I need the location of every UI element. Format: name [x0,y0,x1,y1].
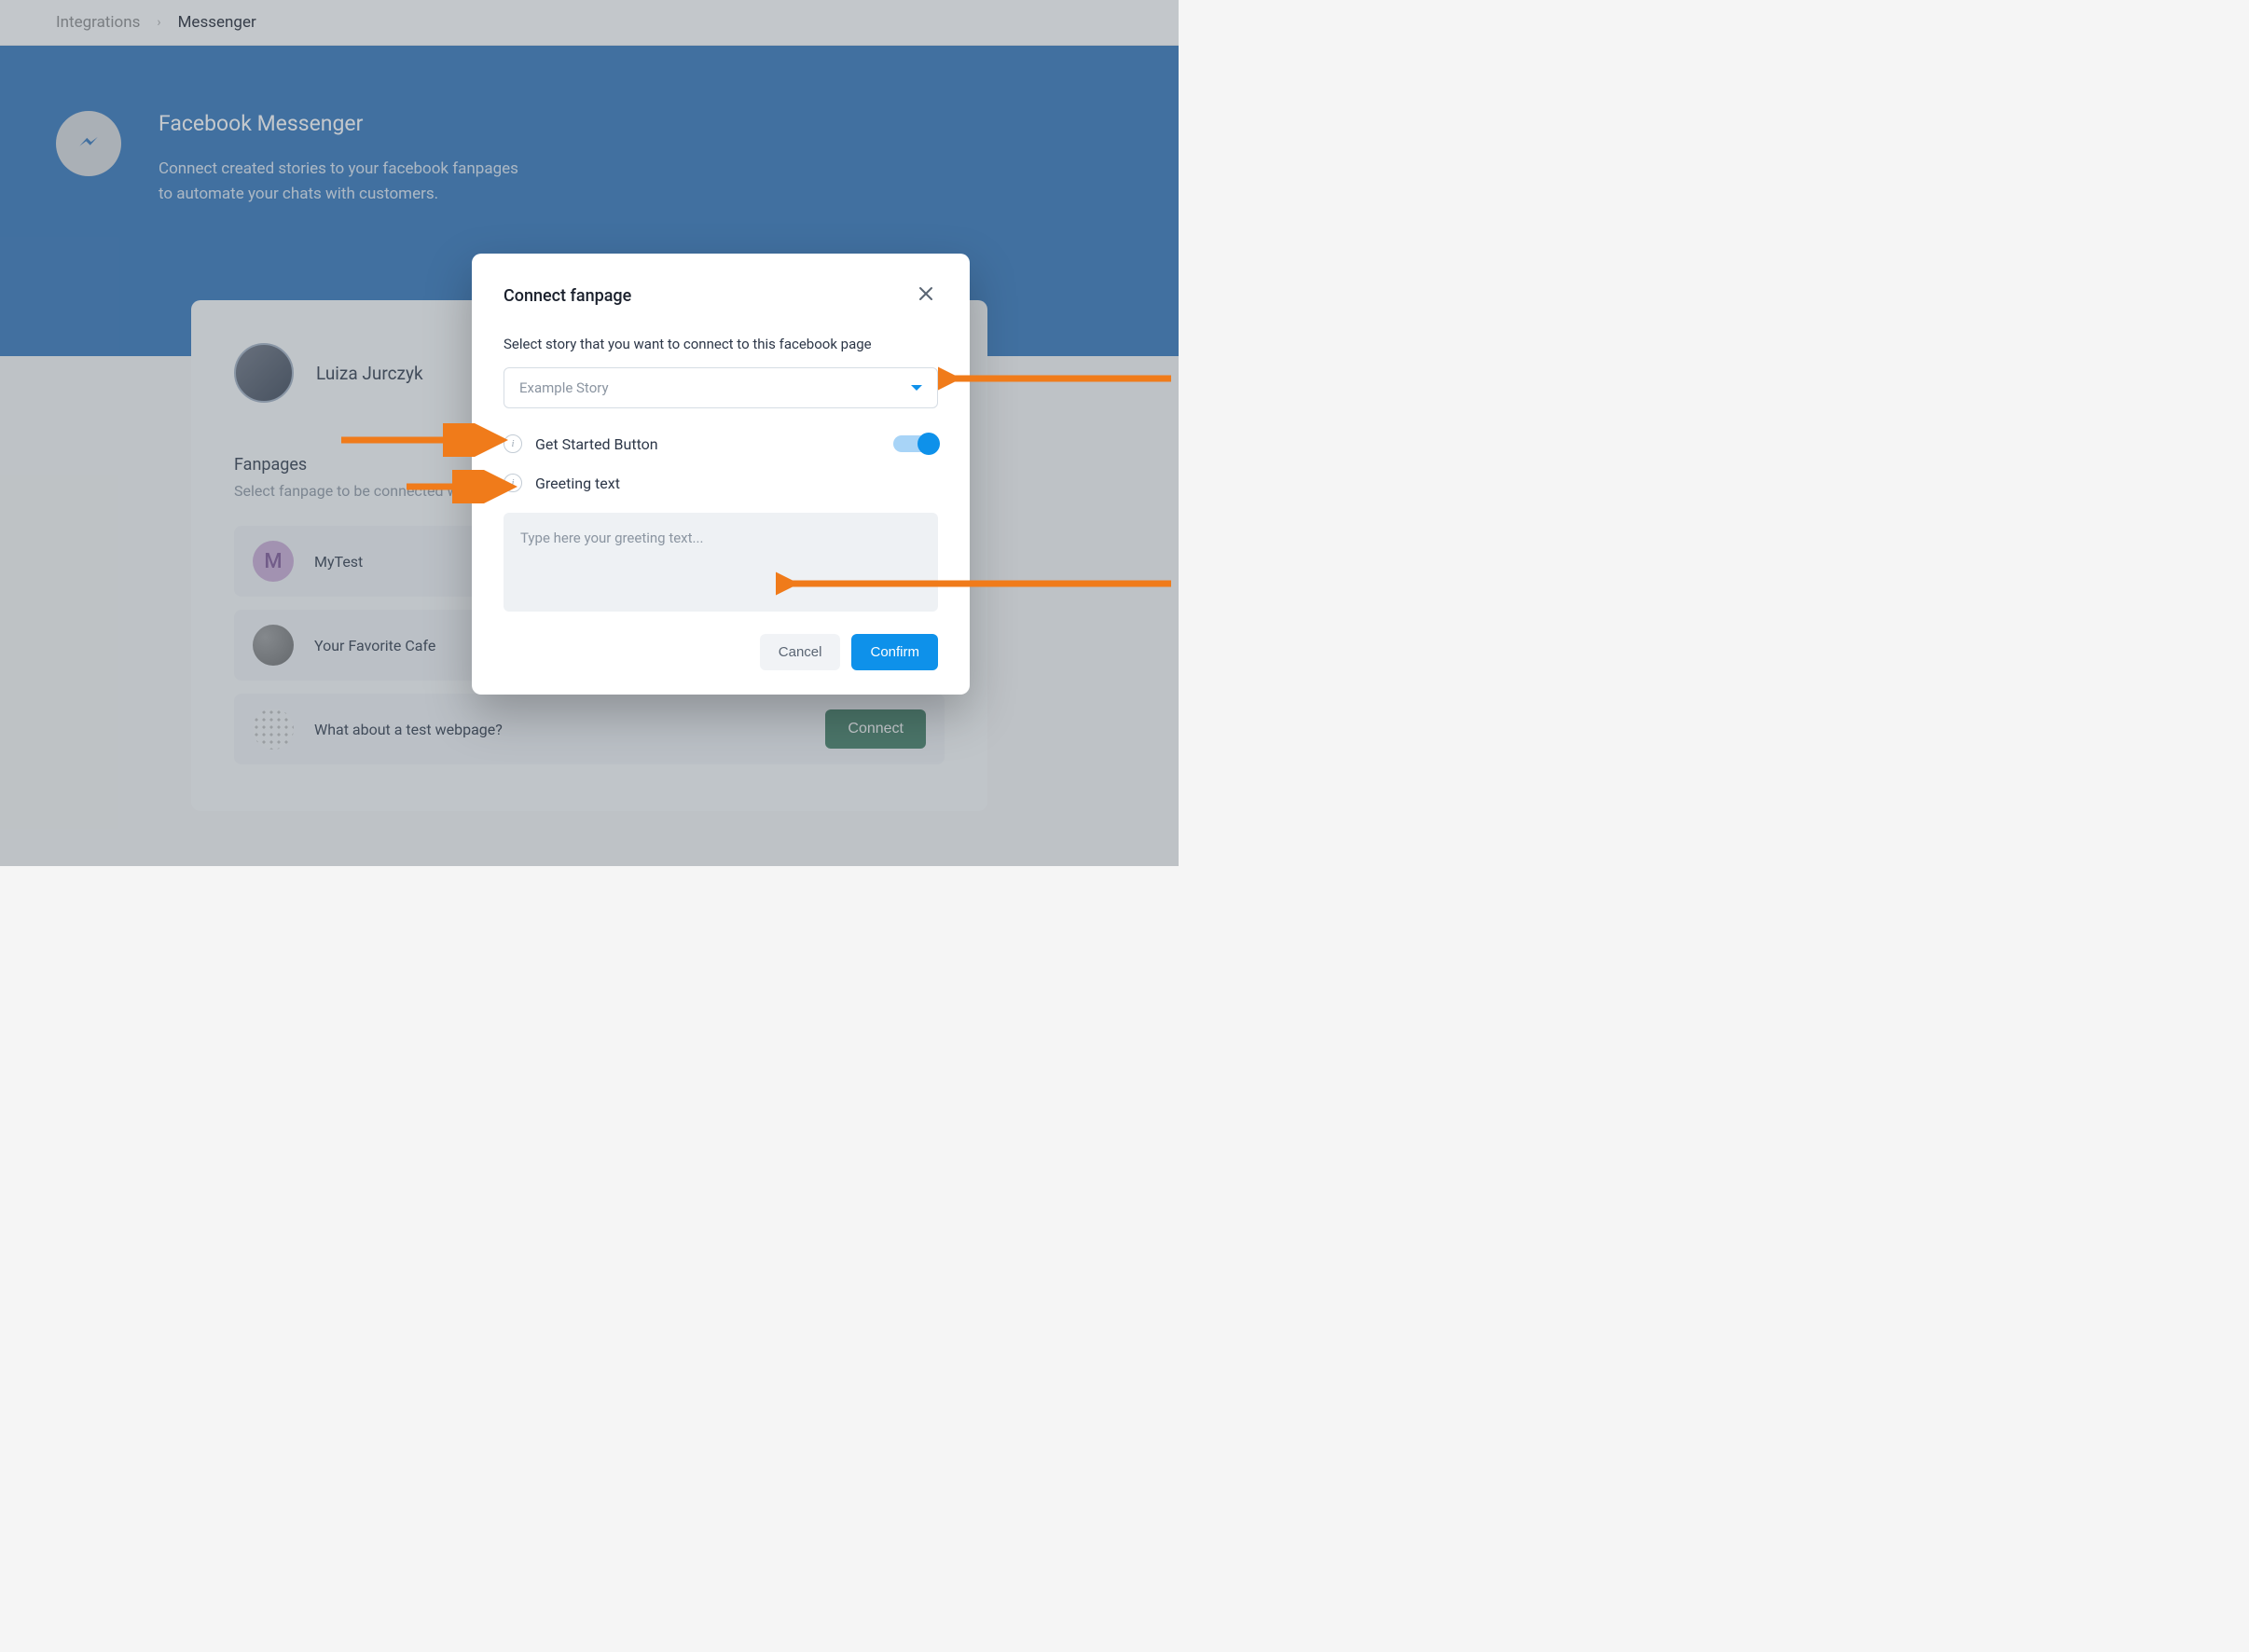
story-select[interactable]: Example Story [504,367,938,408]
greeting-textarea[interactable] [504,513,938,612]
toggle-knob [918,433,940,455]
greeting-label: Greeting text [535,475,938,492]
select-story-label: Select story that you want to connect to… [504,336,938,352]
info-icon[interactable]: i [504,474,522,492]
cancel-button[interactable]: Cancel [760,634,841,670]
chevron-down-icon [911,385,922,391]
get-started-toggle[interactable] [893,435,938,452]
confirm-button[interactable]: Confirm [851,634,938,670]
modal-header: Connect fanpage [504,282,938,310]
connect-fanpage-modal: Connect fanpage Select story that you wa… [472,254,970,695]
close-icon[interactable] [914,282,938,310]
info-icon[interactable]: i [504,434,522,453]
greeting-option-row: i Greeting text [504,474,938,492]
get-started-option-row: i Get Started Button [504,434,938,453]
modal-footer: Cancel Confirm [504,634,938,670]
story-select-value: Example Story [519,379,609,396]
modal-title: Connect fanpage [504,286,631,306]
get-started-label: Get Started Button [535,435,880,453]
